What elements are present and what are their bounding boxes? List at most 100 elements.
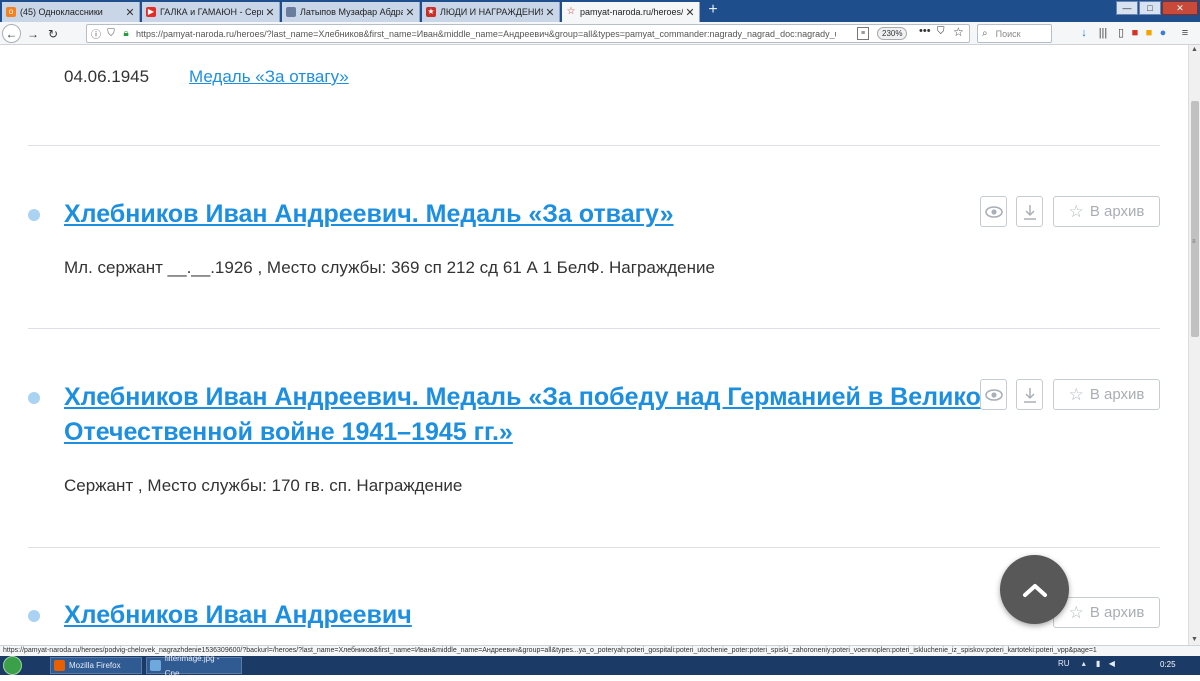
tab-pamyat-naroda[interactable]: ☆ pamyat-naroda.ru/heroes/?last ✕	[562, 2, 700, 22]
tab-title: ГАЛКА и ГАМАЮН - Серия 4	[160, 7, 263, 17]
page-icon	[286, 7, 296, 17]
scrollbar-thumb[interactable]	[1191, 101, 1199, 337]
back-button[interactable]: ←	[2, 24, 21, 43]
divider	[28, 145, 1160, 146]
scroll-to-top-button[interactable]	[1000, 555, 1069, 624]
maximize-button[interactable]: □	[1139, 1, 1161, 15]
extension-blue-icon[interactable]: ●	[1156, 26, 1170, 40]
vertical-scrollbar[interactable]: ▲ ≡ ▼	[1188, 45, 1200, 645]
lock-icon[interactable]: 🔒︎	[120, 28, 132, 39]
tab-odnoklassniki[interactable]: о (45) Одноклассники ✕	[2, 2, 140, 22]
forward-button[interactable]: →	[25, 24, 41, 43]
close-tab-icon[interactable]: ✕	[125, 6, 135, 19]
close-tab-icon[interactable]: ✕	[265, 6, 275, 19]
tab-galka[interactable]: ▶ ГАЛКА и ГАМАЮН - Серия 4 ✕	[142, 2, 280, 22]
taskbar-item-firefox[interactable]: Mozilla Firefox	[50, 657, 142, 674]
odnoklassniki-icon: о	[6, 7, 16, 17]
search-input[interactable]: ⌕ Поиск	[977, 24, 1052, 43]
info-icon[interactable]: ⓘ	[90, 26, 102, 41]
bullet-icon	[28, 392, 40, 404]
tab-title: ЛЮДИ И НАГРАЖДЕНИЯ По	[440, 7, 543, 17]
chevron-up-icon	[1022, 583, 1047, 597]
award-link[interactable]: Медаль «За отвагу»	[189, 67, 349, 87]
download-icon	[1023, 387, 1036, 403]
search-placeholder: Поиск	[995, 28, 1021, 39]
start-button[interactable]	[3, 656, 22, 675]
page-actions-icon[interactable]: •••	[919, 25, 931, 37]
tab-people-awards[interactable]: ★ ЛЮДИ И НАГРАЖДЕНИЯ По ✕	[422, 2, 560, 22]
eye-icon	[984, 205, 1003, 218]
tab-title: pamyat-naroda.ru/heroes/?last	[580, 7, 683, 17]
zoom-level[interactable]: 230%	[877, 27, 908, 40]
menu-icon[interactable]: ≡	[1178, 26, 1192, 40]
address-bar[interactable]: ⓘ ⛉ 🔒︎ https://pamyat-naroda.ru/heroes/?…	[86, 24, 970, 43]
close-tab-icon[interactable]: ✕	[405, 6, 415, 19]
add-to-archive-button[interactable]: ☆ В архив	[1053, 196, 1160, 227]
taskbar-clock[interactable]: 0:25	[1160, 660, 1176, 669]
page-content: 04.06.1945 Медаль «За отвагу» Хлебников …	[0, 45, 1188, 645]
arrow-up-icon[interactable]: ▴	[1082, 659, 1086, 668]
star-outline-icon: ☆	[1068, 602, 1084, 622]
reload-icon: ↻	[47, 26, 59, 41]
star-icon: ☆	[566, 6, 576, 17]
tab-title: Латыпов Музафар Абдрашит	[300, 7, 403, 17]
url-text[interactable]: https://pamyat-naroda.ru/heroes/?last_na…	[136, 29, 836, 39]
language-indicator[interactable]: RU	[1058, 659, 1070, 668]
library-icon[interactable]: |||	[1096, 26, 1110, 40]
volume-icon[interactable]: ◀	[1109, 659, 1115, 668]
entry-description: Мл. сержант __.__.1926 , Место службы: 3…	[64, 258, 715, 277]
window-controls: — □ ✕	[1115, 1, 1198, 15]
bullet-icon	[28, 209, 40, 221]
arrow-right-icon: →	[27, 26, 39, 41]
taskbar-item-image-viewer[interactable]: filterimage.jpg - Сре...	[146, 654, 242, 678]
extension-yellow-icon[interactable]: ■	[1142, 26, 1156, 40]
close-tab-icon[interactable]: ✕	[545, 6, 555, 19]
view-document-button[interactable]	[980, 196, 1007, 227]
system-tray: RU ▴ ▮ ◀	[1058, 659, 1115, 668]
divider	[28, 328, 1160, 329]
search-icon: ⌕	[982, 28, 988, 39]
reload-button[interactable]: ↻	[45, 24, 61, 43]
download-document-button[interactable]	[1016, 379, 1043, 410]
tab-title: (45) Одноклассники	[20, 7, 103, 17]
scroll-up-arrow-icon[interactable]: ▲	[1189, 45, 1200, 55]
add-to-archive-button[interactable]: ☆ В архив	[1053, 597, 1160, 628]
download-icon[interactable]: ↓	[1077, 26, 1091, 40]
image-viewer-icon	[150, 660, 161, 671]
divider	[28, 547, 1160, 548]
reader-view-icon[interactable]: ≡	[857, 27, 869, 40]
bullet-icon	[28, 610, 40, 622]
taskbar-item-label: Mozilla Firefox	[69, 661, 121, 670]
minimize-button[interactable]: —	[1116, 1, 1138, 15]
award-date: 04.06.1945	[64, 67, 150, 86]
close-tab-icon[interactable]: ✕	[685, 6, 695, 19]
scrollbar-grip-icon: ≡	[1192, 239, 1196, 245]
view-document-button[interactable]	[980, 379, 1007, 410]
close-window-button[interactable]: ✕	[1162, 1, 1198, 15]
star-outline-icon: ☆	[1068, 201, 1084, 221]
tab-latypov[interactable]: Латыпов Музафар Абдрашит ✕	[282, 2, 420, 22]
tab-strip: о (45) Одноклассники ✕ ▶ ГАЛКА и ГАМАЮН …	[0, 0, 1200, 22]
entry-title-link[interactable]: Хлебников Иван Андреевич. Медаль «За отв…	[64, 197, 673, 231]
youtube-icon: ▶	[146, 7, 156, 17]
pocket-icon[interactable]: ⛉	[937, 26, 945, 37]
network-icon[interactable]: ▮	[1096, 659, 1100, 668]
entry-title-link-line2[interactable]: Отечественной войне 1941–1945 гг.»	[64, 415, 513, 449]
download-icon	[1023, 204, 1036, 220]
new-tab-button[interactable]: +	[706, 2, 720, 20]
entry-title-link[interactable]: Хлебников Иван Андреевич. Медаль «За поб…	[64, 380, 996, 414]
star-outline-icon: ☆	[1068, 384, 1084, 404]
scroll-down-arrow-icon[interactable]: ▼	[1189, 635, 1200, 645]
entry-title-link[interactable]: Хлебников Иван Андреевич	[64, 598, 412, 632]
sidebar-icon[interactable]: ▯	[1114, 26, 1128, 40]
star-badge-icon: ★	[426, 7, 436, 17]
entry-description: Сержант , Место службы: 170 гв. сп. Нагр…	[64, 476, 463, 495]
navigation-bar: ← → ↻ ⓘ ⛉ 🔒︎ https://pamyat-naroda.ru/he…	[0, 22, 1200, 45]
shield-icon[interactable]: ⛉	[105, 28, 117, 39]
arrow-left-icon: ←	[5, 26, 18, 41]
extension-red-icon[interactable]: ■	[1128, 26, 1142, 40]
archive-label: В архив	[1089, 604, 1145, 621]
bookmark-star-icon[interactable]: ☆	[953, 25, 964, 39]
add-to-archive-button[interactable]: ☆ В архив	[1053, 379, 1160, 410]
download-document-button[interactable]	[1016, 196, 1043, 227]
